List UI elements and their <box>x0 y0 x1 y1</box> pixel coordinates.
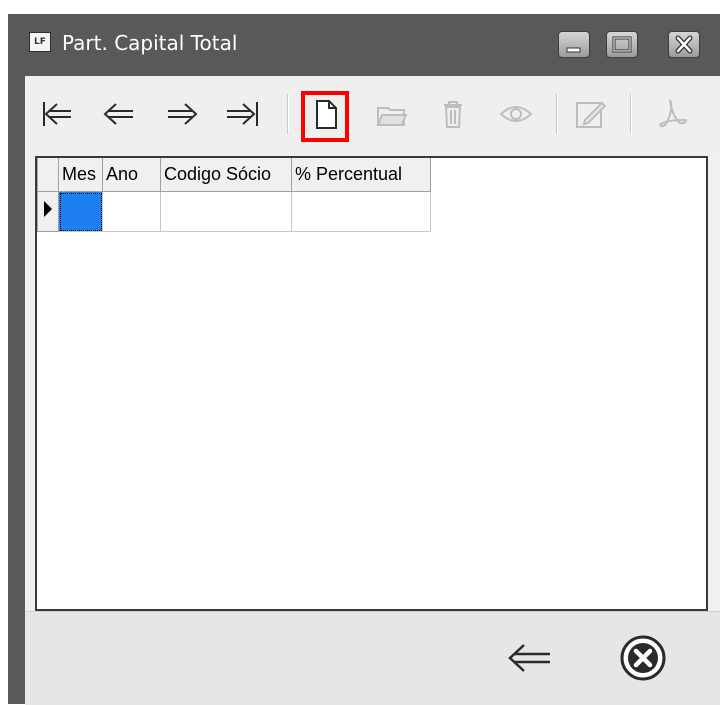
edit-icon <box>576 101 607 128</box>
column-header-mes[interactable]: Mes <box>58 158 103 192</box>
row-indicator-header <box>37 158 59 192</box>
close-window-button[interactable] <box>668 31 700 58</box>
minimize-button[interactable] <box>558 31 590 58</box>
cell-codigo-socio[interactable] <box>160 191 292 232</box>
toolbar-separator <box>630 94 632 134</box>
dialog-client-area: Mes Ano Codigo Sócio % Percentual <box>25 76 720 705</box>
previous-record-icon <box>103 103 133 125</box>
toolbar <box>25 76 720 156</box>
open-icon <box>376 107 408 126</box>
grid-table: Mes Ano Codigo Sócio % Percentual <box>37 158 431 232</box>
close-x-icon <box>675 35 693 54</box>
delete-icon <box>444 101 462 128</box>
toolbar-separator <box>556 94 558 134</box>
next-record-button[interactable] <box>162 94 202 134</box>
edit-button[interactable] <box>571 94 611 134</box>
app-logo-icon: LF <box>29 32 51 52</box>
first-record-icon <box>43 102 71 126</box>
toolbar-separator <box>287 94 289 134</box>
column-header-codigo-socio[interactable]: Codigo Sócio <box>160 158 292 192</box>
window-title: Part. Capital Total <box>62 31 238 55</box>
dialog-footer <box>25 611 720 705</box>
cell-percentual[interactable] <box>291 191 431 232</box>
data-grid[interactable]: Mes Ano Codigo Sócio % Percentual <box>35 156 708 611</box>
new-record-highlight <box>301 91 349 142</box>
table-row[interactable] <box>37 191 431 232</box>
pdf-icon <box>658 99 688 128</box>
cell-ano[interactable] <box>102 191 161 232</box>
grid-header-row: Mes Ano Codigo Sócio % Percentual <box>37 158 431 192</box>
row-pointer-icon <box>44 201 52 217</box>
minimize-icon <box>566 47 581 53</box>
column-header-percentual[interactable]: % Percentual <box>291 158 431 192</box>
back-arrow-icon <box>508 644 550 672</box>
close-circle-icon <box>620 635 666 681</box>
previous-record-button[interactable] <box>99 94 139 134</box>
dialog-window: LF Part. Capital Total Mes Ano Codigo Só… <box>8 14 720 705</box>
last-record-icon <box>227 102 258 126</box>
next-record-icon <box>168 103 198 125</box>
cell-mes[interactable] <box>58 191 103 232</box>
pdf-button[interactable] <box>652 94 692 134</box>
open-button[interactable] <box>372 94 412 134</box>
view-button[interactable] <box>496 94 536 134</box>
first-record-button[interactable] <box>37 94 77 134</box>
maximize-button[interactable] <box>606 31 638 58</box>
delete-button[interactable] <box>433 94 473 134</box>
current-row-indicator <box>37 191 59 232</box>
title-bar[interactable]: LF Part. Capital Total <box>8 14 720 76</box>
close-button[interactable] <box>615 632 671 684</box>
maximize-icon <box>612 36 632 53</box>
back-button[interactable] <box>502 632 558 684</box>
view-icon <box>499 106 533 122</box>
column-header-ano[interactable]: Ano <box>102 158 161 192</box>
last-record-button[interactable] <box>223 94 263 134</box>
